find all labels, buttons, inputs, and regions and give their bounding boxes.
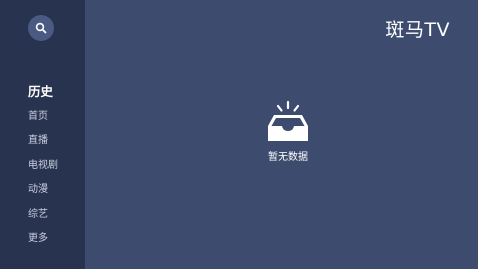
sidebar-item-anime[interactable]: 动漫 [28, 178, 58, 203]
sidebar-item-history[interactable]: 历史 [28, 80, 58, 105]
empty-state: 暂无数据 [257, 100, 319, 163]
sidebar-nav: 历史 首页 直播 电视剧 动漫 综艺 更多 [28, 80, 58, 252]
search-icon [35, 22, 47, 34]
sidebar: 历史 首页 直播 电视剧 动漫 综艺 更多 [0, 0, 85, 269]
sidebar-item-live[interactable]: 直播 [28, 129, 58, 154]
empty-inbox-icon [265, 100, 311, 142]
sidebar-item-tv-series[interactable]: 电视剧 [28, 154, 58, 179]
sidebar-item-home[interactable]: 首页 [28, 105, 58, 130]
sidebar-item-variety[interactable]: 综艺 [28, 203, 58, 228]
app-brand: 斑马TV [385, 19, 450, 41]
sidebar-item-more[interactable]: 更多 [28, 227, 58, 252]
empty-state-text: 暂无数据 [268, 152, 308, 163]
search-button[interactable] [28, 15, 54, 41]
